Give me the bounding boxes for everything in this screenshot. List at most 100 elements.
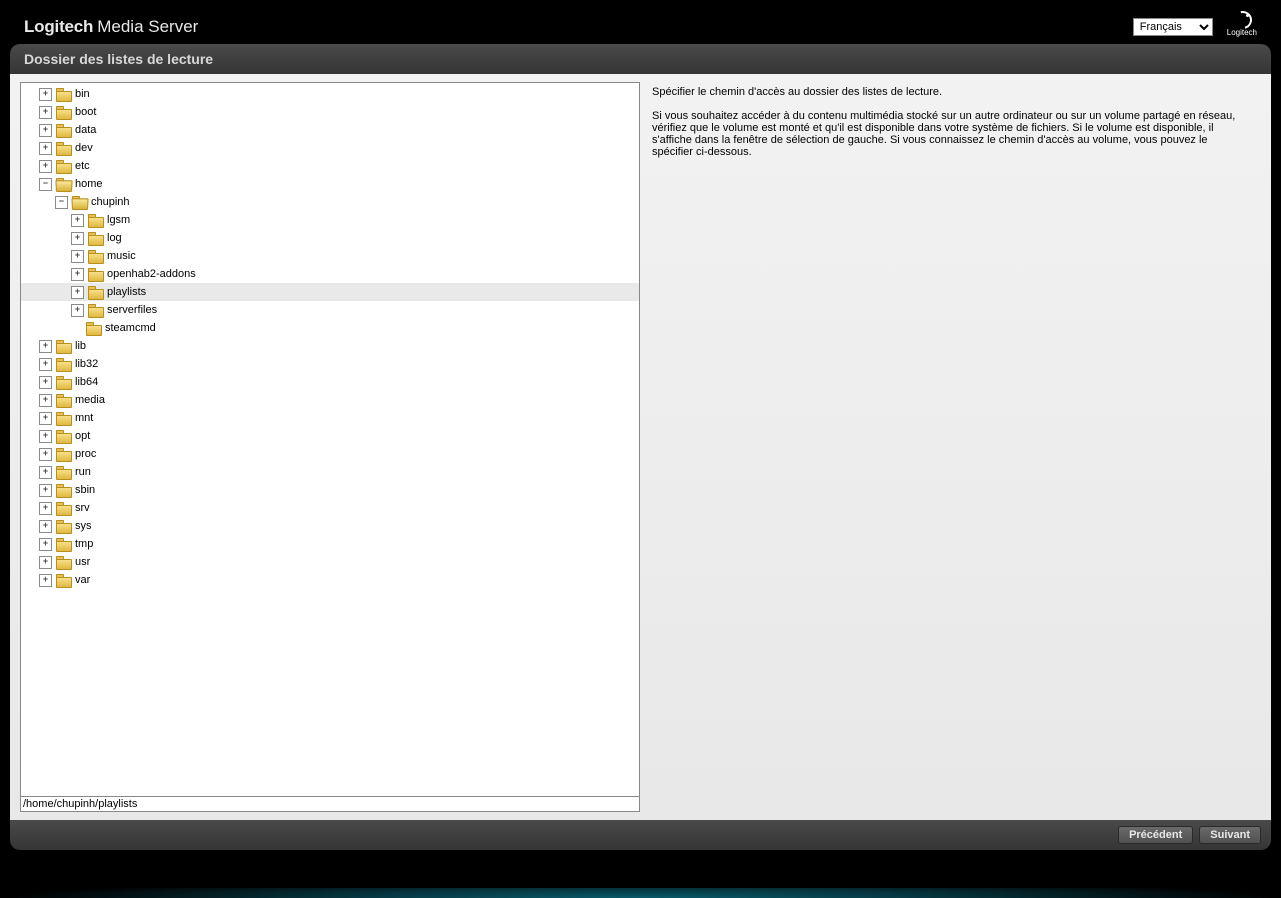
brand-name-light: Media Server	[97, 17, 198, 37]
language-select[interactable]: Français	[1133, 18, 1213, 36]
tree-label: sbin	[75, 481, 95, 499]
tree-row-etc[interactable]: +etc	[21, 157, 639, 175]
expand-icon[interactable]: +	[71, 286, 84, 299]
expand-icon[interactable]: +	[39, 538, 52, 551]
path-input[interactable]	[20, 796, 640, 812]
help-text-2: Si vous souhaitez accéder à du contenu m…	[652, 110, 1249, 158]
folder-icon	[56, 412, 72, 425]
tree-row-data[interactable]: + data	[21, 121, 639, 139]
expand-icon[interactable]: +	[39, 376, 52, 389]
folder-icon	[56, 358, 72, 371]
left-panel: +bin+boot+data+dev+etc−home−chupinh+lgsm…	[20, 82, 640, 812]
tree-row-openhab2-addons[interactable]: +openhab2-addons	[21, 265, 639, 283]
expand-icon[interactable]: +	[71, 268, 84, 281]
folder-icon	[56, 520, 72, 533]
header-right: Français Logitech	[1133, 17, 1257, 37]
folder-icon	[56, 538, 72, 551]
expand-icon[interactable]: +	[39, 502, 52, 515]
folder-icon	[56, 376, 72, 389]
tree-row-run[interactable]: + run	[21, 463, 639, 481]
logitech-logo: Logitech	[1227, 11, 1257, 37]
tree-label: usr	[75, 553, 90, 571]
expand-icon[interactable]: +	[71, 304, 84, 317]
expand-icon[interactable]: +	[39, 340, 52, 353]
page-titlebar: Dossier des listes de lecture	[10, 44, 1271, 74]
tree-row-usr[interactable]: + usr	[21, 553, 639, 571]
tree-row-sys[interactable]: +sys	[21, 517, 639, 535]
expand-icon[interactable]: +	[39, 556, 52, 569]
tree-label: media	[75, 391, 105, 409]
tree-row-srv[interactable]: +srv	[21, 499, 639, 517]
tree-row-steamcmd[interactable]: steamcmd	[21, 319, 639, 337]
expand-icon[interactable]: +	[39, 484, 52, 497]
tree-row-opt[interactable]: +opt	[21, 427, 639, 445]
expand-icon[interactable]: +	[71, 214, 84, 227]
tree-row-log[interactable]: +log	[21, 229, 639, 247]
folder-icon	[56, 394, 72, 407]
expand-icon[interactable]: +	[39, 124, 52, 137]
body-area: +bin+boot+data+dev+etc−home−chupinh+lgsm…	[10, 74, 1271, 820]
folder-icon	[56, 178, 72, 191]
collapse-icon[interactable]: −	[39, 178, 52, 191]
previous-button[interactable]: Précédent	[1118, 826, 1193, 844]
expand-icon[interactable]: +	[39, 466, 52, 479]
tree-row-lgsm[interactable]: +lgsm	[21, 211, 639, 229]
tree-row-lib64[interactable]: +lib64	[21, 373, 639, 391]
tree-row-lib[interactable]: + lib	[21, 337, 639, 355]
folder-icon	[56, 502, 72, 515]
expand-icon[interactable]: +	[39, 160, 52, 173]
expand-icon[interactable]: +	[39, 412, 52, 425]
expand-icon[interactable]: +	[39, 394, 52, 407]
tree-label: bin	[75, 85, 90, 103]
tree-row-home[interactable]: −home	[21, 175, 639, 193]
tree-row-music[interactable]: + music	[21, 247, 639, 265]
tree-label: tmp	[75, 535, 93, 553]
tree-row-playlists[interactable]: + playlists	[21, 283, 639, 301]
tree-row-chupinh[interactable]: − chupinh	[21, 193, 639, 211]
expand-icon[interactable]: +	[39, 430, 52, 443]
tree-row-lib32[interactable]: +lib32	[21, 355, 639, 373]
expand-icon[interactable]: +	[39, 448, 52, 461]
expand-icon[interactable]: +	[39, 520, 52, 533]
tree-row-bin[interactable]: + bin	[21, 85, 639, 103]
next-button[interactable]: Suivant	[1199, 826, 1261, 844]
tree-row-media[interactable]: + media	[21, 391, 639, 409]
folder-icon	[88, 250, 104, 263]
tree-label: lib	[75, 337, 86, 355]
tree-label: run	[75, 463, 91, 481]
page-title: Dossier des listes de lecture	[24, 51, 213, 67]
folder-icon	[56, 124, 72, 137]
tree-row-dev[interactable]: + dev	[21, 139, 639, 157]
expand-icon[interactable]: +	[71, 232, 84, 245]
collapse-icon[interactable]: −	[55, 196, 68, 209]
tree-row-tmp[interactable]: + tmp	[21, 535, 639, 553]
tree-row-mnt[interactable]: + mnt	[21, 409, 639, 427]
tree-label: boot	[75, 103, 96, 121]
tree-label: proc	[75, 445, 96, 463]
tree-row-serverfiles[interactable]: +serverfiles	[21, 301, 639, 319]
tree-row-proc[interactable]: + proc	[21, 445, 639, 463]
folder-icon	[56, 106, 72, 119]
folder-tree[interactable]: +bin+boot+data+dev+etc−home−chupinh+lgsm…	[20, 82, 640, 797]
folder-icon	[56, 142, 72, 155]
tree-label: chupinh	[91, 193, 130, 211]
expand-icon[interactable]: +	[39, 142, 52, 155]
expand-icon[interactable]: +	[39, 106, 52, 119]
expand-icon[interactable]: +	[71, 250, 84, 263]
brand-name-bold: Logitech	[24, 17, 93, 37]
tree-row-sbin[interactable]: + sbin	[21, 481, 639, 499]
expand-icon[interactable]: +	[39, 358, 52, 371]
folder-icon	[72, 196, 88, 209]
tree-label: playlists	[107, 283, 146, 301]
expand-icon[interactable]: +	[39, 574, 52, 587]
expand-icon[interactable]: +	[39, 88, 52, 101]
tree-label: dev	[75, 139, 93, 157]
tree-row-var[interactable]: +var	[21, 571, 639, 589]
tree-label: data	[75, 121, 96, 139]
folder-icon	[88, 286, 104, 299]
tree-row-boot[interactable]: + boot	[21, 103, 639, 121]
tree-label: music	[107, 247, 136, 265]
tree-label: mnt	[75, 409, 93, 427]
help-panel: Spécifier le chemin d'accès au dossier d…	[640, 82, 1261, 812]
folder-icon	[56, 160, 72, 173]
